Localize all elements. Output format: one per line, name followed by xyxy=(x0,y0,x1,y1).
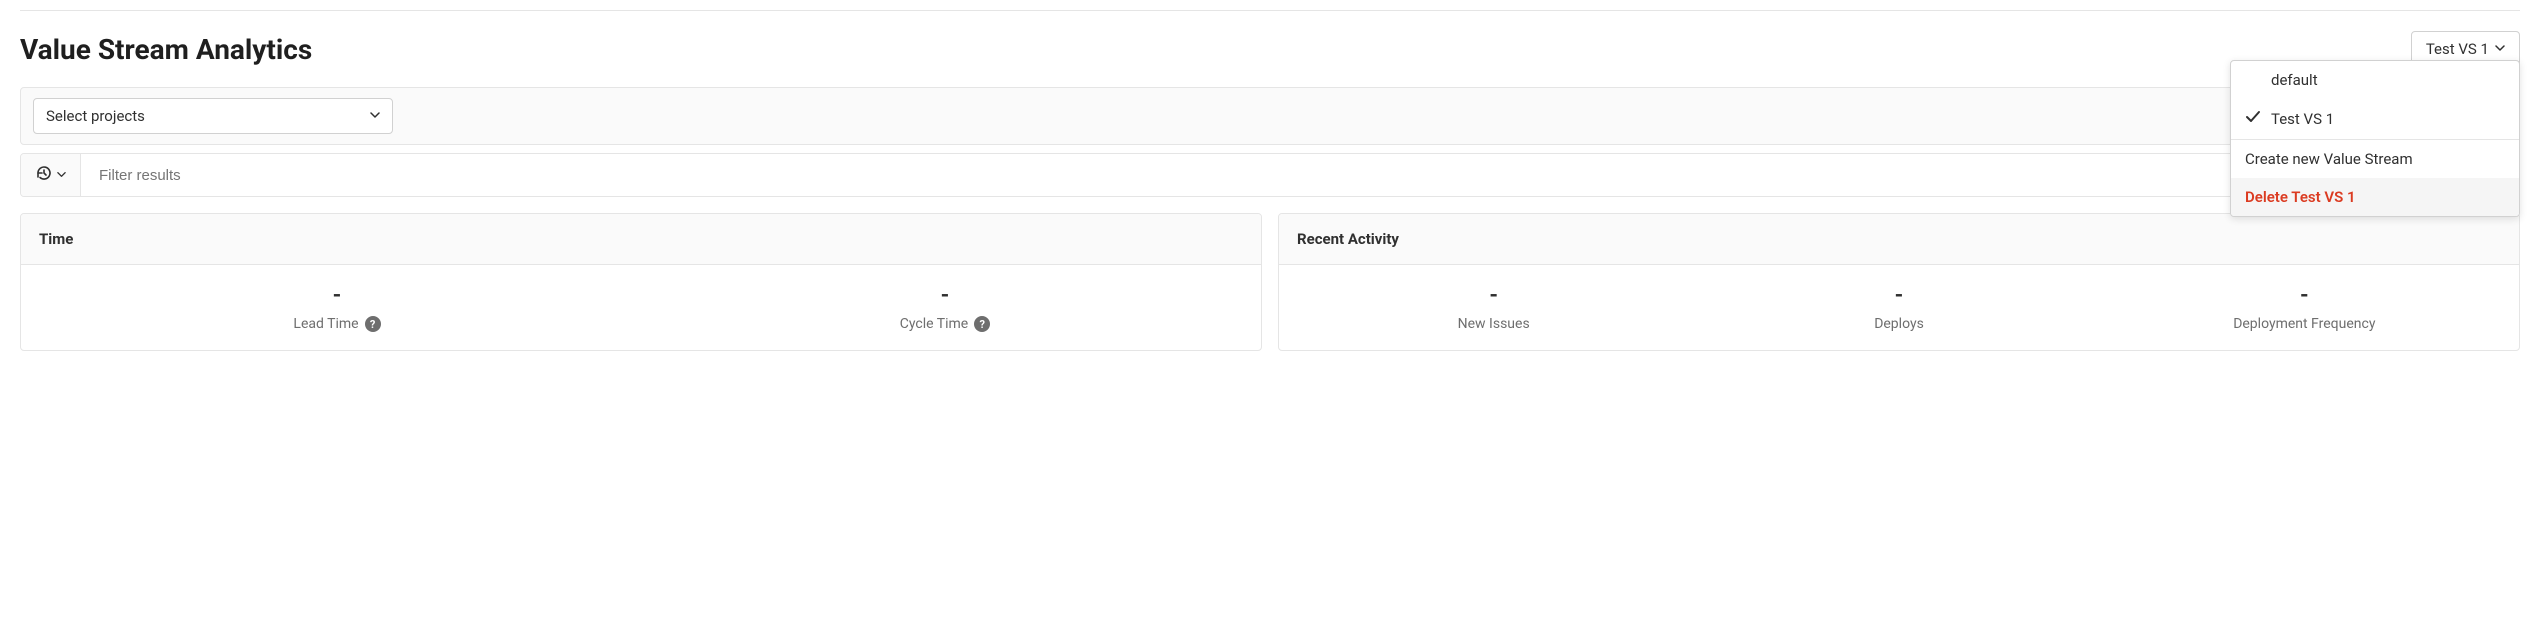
dropdown-item-test-vs-1[interactable]: Test VS 1 xyxy=(2231,99,2519,139)
check-icon xyxy=(2245,109,2261,129)
recent-activity-card: Recent Activity - New Issues - Deploys -… xyxy=(1278,213,2520,351)
time-card: Time - Lead Time ? - Cycle Time ? xyxy=(20,213,1262,351)
metric-value: - xyxy=(1895,283,1904,308)
history-button[interactable] xyxy=(21,154,81,196)
metric-deployment-frequency: - Deployment Frequency xyxy=(2102,283,2507,332)
metric-new-issues: - New Issues xyxy=(1291,283,1696,332)
metric-value: - xyxy=(1489,283,1498,308)
select-projects-dropdown[interactable]: Select projects xyxy=(33,98,393,134)
history-icon xyxy=(35,164,53,186)
filter-row xyxy=(20,153,2520,197)
dropdown-item-delete[interactable]: Delete Test VS 1 xyxy=(2231,178,2519,216)
metric-value: - xyxy=(2300,283,2309,308)
value-stream-dropdown-menu: default Test VS 1 Create new Value Strea… xyxy=(2230,60,2520,217)
metric-label-text: Cycle Time xyxy=(900,316,968,332)
dropdown-item-label: Delete Test VS 1 xyxy=(2245,188,2356,206)
help-icon[interactable]: ? xyxy=(365,316,381,332)
dropdown-item-label: Test VS 1 xyxy=(2271,110,2334,128)
metric-lead-time: - Lead Time ? xyxy=(33,283,641,332)
value-stream-dropdown-label: Test VS 1 xyxy=(2426,40,2489,58)
dropdown-item-label: default xyxy=(2271,71,2318,89)
recent-activity-card-header: Recent Activity xyxy=(1279,214,2519,265)
filter-results-input[interactable] xyxy=(81,154,2519,196)
select-projects-label: Select projects xyxy=(46,107,145,125)
page-title: Value Stream Analytics xyxy=(20,33,312,66)
chevron-down-icon xyxy=(370,109,380,123)
chevron-down-icon xyxy=(2495,42,2505,56)
metric-label-text: Deployment Frequency xyxy=(2233,316,2375,332)
help-icon[interactable]: ? xyxy=(974,316,990,332)
metric-label-text: Deploys xyxy=(1874,316,1924,332)
metric-deploys: - Deploys xyxy=(1696,283,2101,332)
filter-bar: Select projects From 2020-08-09 T xyxy=(20,87,2520,145)
dropdown-item-default[interactable]: default xyxy=(2231,61,2519,99)
time-card-header: Time xyxy=(21,214,1261,265)
dropdown-item-create[interactable]: Create new Value Stream xyxy=(2231,140,2519,178)
metric-label-text: Lead Time xyxy=(293,316,358,332)
metric-value: - xyxy=(333,283,342,308)
dropdown-item-label: Create new Value Stream xyxy=(2245,150,2413,168)
metric-label-text: New Issues xyxy=(1458,316,1530,332)
metric-cycle-time: - Cycle Time ? xyxy=(641,283,1249,332)
metric-value: - xyxy=(941,283,950,308)
chevron-down-icon xyxy=(57,168,66,182)
